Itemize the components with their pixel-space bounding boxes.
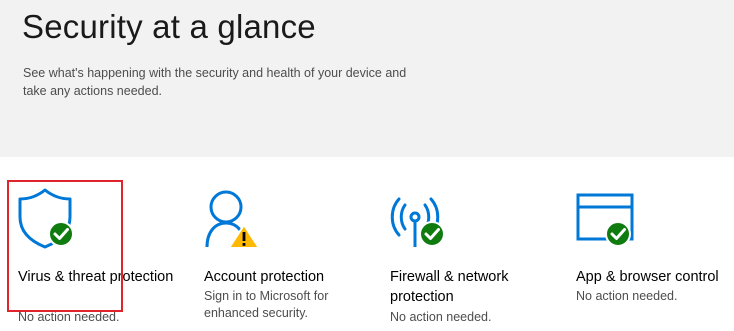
warning-icon xyxy=(228,224,260,249)
shield-icon xyxy=(18,188,74,249)
tile-label: Account protection xyxy=(204,269,325,285)
check-icon xyxy=(605,221,631,247)
tile-firewall-network-protection[interactable]: Firewall & network protection No action … xyxy=(390,157,540,331)
tile-label: Firewall & network protection xyxy=(390,269,509,305)
check-icon xyxy=(48,221,74,247)
page-subtitle: See what's happening with the security a… xyxy=(23,66,407,98)
tile-status: No action needed. xyxy=(576,289,678,303)
security-tiles: Virus & threat protection No action need… xyxy=(0,157,734,331)
tile-label: Virus & threat protection xyxy=(18,269,174,285)
tile-status: No action needed. xyxy=(18,310,120,324)
tile-status: Sign in to Microsoft for enhanced securi… xyxy=(204,289,329,320)
antenna-icon xyxy=(390,197,445,247)
security-header: Security at a glance See what's happenin… xyxy=(0,0,734,157)
tile-label: App & browser control xyxy=(576,269,719,285)
tile-virus-threat-protection[interactable]: Virus & threat protection No action need… xyxy=(18,157,173,331)
tile-account-protection[interactable]: Account protection Sign in to Microsoft … xyxy=(204,157,374,331)
tile-app-browser-control[interactable]: App & browser control No action needed. xyxy=(576,157,734,331)
tile-status: No action needed. xyxy=(390,310,492,324)
page-title: Security at a glance xyxy=(22,8,316,45)
browser-window-icon xyxy=(576,193,634,247)
person-icon xyxy=(205,190,260,249)
check-icon xyxy=(419,221,445,247)
